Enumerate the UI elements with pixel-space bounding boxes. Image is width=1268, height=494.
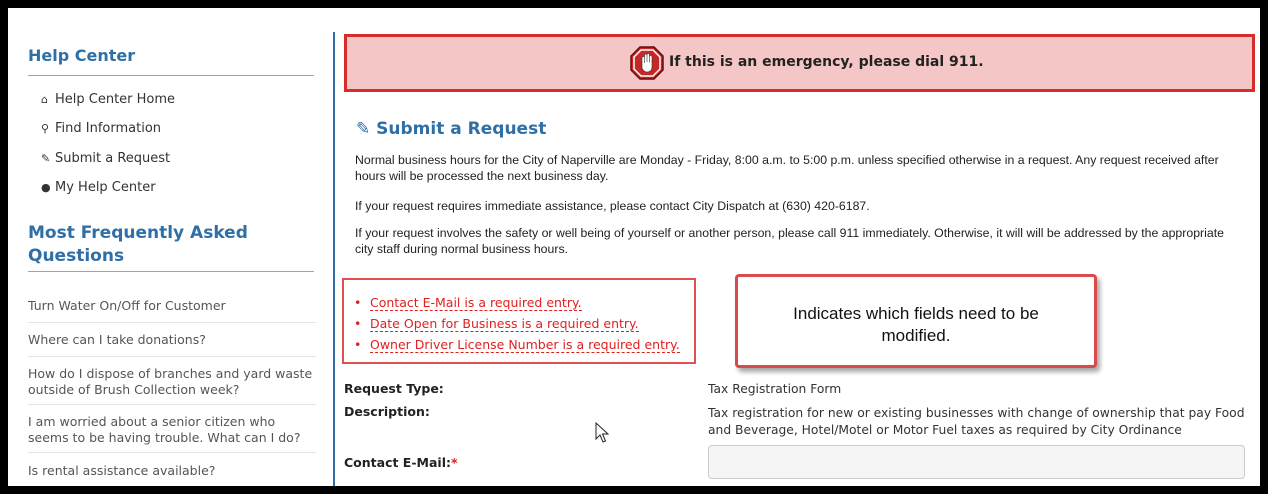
divider xyxy=(28,322,316,323)
faq-link[interactable]: Where can I take donations? xyxy=(28,332,316,348)
nav-label: Help Center Home xyxy=(55,92,176,107)
sidebar-divider xyxy=(333,32,335,486)
faq-heading: Most Frequently Asked Questions xyxy=(28,223,248,266)
nav-find-information[interactable]: ⚲ Find Information xyxy=(41,121,161,136)
required-marker: * xyxy=(450,455,458,470)
nav-submit-request[interactable]: ✎ Submit a Request xyxy=(41,151,170,166)
page-frame: Help Center ⌂ Help Center Home ⚲ Find Info… xyxy=(8,8,1260,486)
emergency-alert: If this is an emergency, please dial 911… xyxy=(344,34,1255,92)
nav-label: My Help Center xyxy=(55,180,156,195)
description-value: Tax registration for new or existing bus… xyxy=(708,406,1245,437)
validation-errors: • Contact E-Mail is a required entry. • Da… xyxy=(342,278,696,364)
faq-link[interactable]: Is rental assistance available? xyxy=(28,463,316,479)
edit-icon: ✎ xyxy=(356,119,371,139)
faq-link[interactable]: I am worried about a senior citizen who … xyxy=(28,414,316,446)
error-item: • Owner Driver License Number is a requir… xyxy=(354,337,680,353)
faq-link[interactable]: How do I dispose of branches and yard wa… xyxy=(28,366,316,398)
business-hours-text: Normal business hours for the City of Na… xyxy=(355,153,1219,183)
user-icon: ● xyxy=(41,181,51,194)
search-icon: ⚲ xyxy=(41,122,50,135)
error-item: • Contact E-Mail is a required entry. xyxy=(354,295,582,311)
stop-hand-icon xyxy=(630,46,664,80)
contact-email-input[interactable] xyxy=(708,445,1245,479)
error-item: • Date Open for Business is a required en… xyxy=(354,316,639,332)
nav-help-center-home[interactable]: ⌂ Help Center Home xyxy=(41,92,175,107)
nav-my-help-center[interactable]: ● My Help Center xyxy=(41,180,156,195)
annotation-callout: Indicates which fields need to be modifi… xyxy=(735,274,1097,368)
faq-link[interactable]: Turn Water On/Off for Customer xyxy=(28,298,316,314)
divider xyxy=(28,75,314,76)
mouse-cursor-icon xyxy=(595,422,609,443)
callout-text: Indicates which fields need to be modifi… xyxy=(793,304,1039,345)
safety-text: If your request involves the safety or w… xyxy=(355,226,1224,256)
divider xyxy=(28,404,316,405)
divider xyxy=(28,356,316,357)
emergency-message: If this is an emergency, please dial 911… xyxy=(669,54,984,70)
request-type-value: Tax Registration Form xyxy=(708,382,842,396)
dispatch-text: If your request requires immediate assis… xyxy=(355,199,870,213)
page-title: ✎ Submit a Request xyxy=(356,119,546,139)
nav-label: Find Information xyxy=(55,121,162,136)
edit-icon: ✎ xyxy=(41,152,51,165)
sidebar: Help Center ⌂ Help Center Home ⚲ Find Info… xyxy=(8,8,332,486)
request-type-label: Request Type: xyxy=(344,381,444,396)
page-title-text: Submit a Request xyxy=(376,119,547,139)
description-label: Description: xyxy=(344,404,430,419)
divider xyxy=(28,271,314,272)
contact-email-label: Contact E-Mail:* xyxy=(344,455,458,470)
help-center-heading: Help Center xyxy=(28,46,136,65)
home-icon: ⌂ xyxy=(41,93,48,106)
divider xyxy=(28,452,316,453)
nav-label: Submit a Request xyxy=(55,151,171,166)
